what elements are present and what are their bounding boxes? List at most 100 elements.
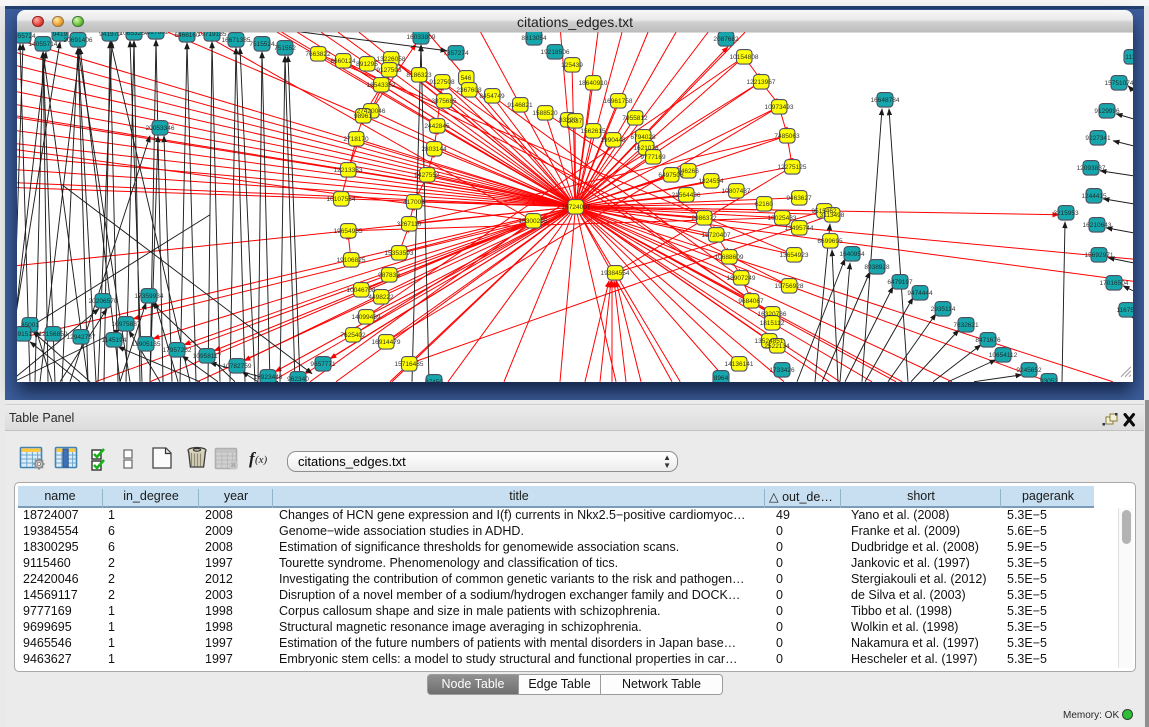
- svg-text:9657771: 9657771: [310, 361, 336, 368]
- svg-text:10654112: 10654112: [989, 352, 1018, 359]
- svg-text:9684067: 9684067: [738, 298, 764, 305]
- svg-text:16648784: 16648784: [871, 97, 900, 104]
- svg-text:8938928: 8938928: [864, 264, 890, 271]
- svg-text:2522134: 2522134: [764, 343, 790, 350]
- svg-text:15353593: 15353593: [385, 250, 414, 257]
- svg-text:116753: 116753: [1116, 307, 1133, 314]
- svg-text:9146821: 9146821: [507, 102, 533, 109]
- svg-text:8454749: 8454749: [479, 93, 505, 100]
- svg-text:(x): (x): [255, 454, 268, 466]
- svg-text:10688609: 10688609: [715, 254, 744, 261]
- svg-text:85001: 85001: [21, 322, 39, 329]
- svg-text:10046708: 10046708: [347, 287, 376, 294]
- svg-text:1733426: 1733426: [769, 367, 795, 374]
- svg-text:941979: 941979: [99, 32, 121, 38]
- svg-text:7485063: 7485063: [774, 133, 800, 140]
- svg-text:93052: 93052: [1040, 378, 1058, 382]
- svg-text:19654955: 19654955: [334, 228, 363, 235]
- svg-text:98961: 98961: [354, 113, 372, 120]
- svg-text:12213967: 12213967: [747, 79, 776, 86]
- svg-text:13654923: 13654923: [780, 252, 809, 259]
- svg-text:4498222: 4498222: [368, 294, 394, 301]
- svg-text:9127508: 9127508: [429, 79, 455, 86]
- svg-text:97450: 97450: [425, 379, 443, 382]
- svg-text:14099489: 14099489: [352, 314, 381, 321]
- svg-text:16210643: 16210643: [1083, 222, 1112, 229]
- svg-text:2986372: 2986372: [691, 215, 717, 222]
- svg-text:6479197: 6479197: [887, 279, 913, 286]
- svg-text:7515524: 7515524: [249, 41, 275, 48]
- svg-text:10975887: 10975887: [112, 321, 141, 328]
- svg-text:20053346: 20053346: [146, 125, 175, 132]
- svg-text:2803144: 2803144: [421, 146, 447, 153]
- svg-text:19756928: 19756928: [775, 283, 804, 290]
- svg-text:751552: 751552: [274, 45, 296, 52]
- svg-text:17359934: 17359934: [135, 293, 164, 300]
- svg-text:2718170: 2718170: [343, 136, 369, 143]
- svg-text:18300295: 18300295: [519, 218, 548, 225]
- svg-text:125439: 125439: [561, 62, 583, 69]
- svg-text:7625402: 7625402: [340, 332, 366, 339]
- svg-text:16320786: 16320786: [758, 311, 787, 318]
- svg-text:3875685: 3875685: [431, 98, 457, 105]
- svg-text:7663822: 7663822: [305, 51, 331, 58]
- svg-text:12213383: 12213383: [334, 167, 363, 174]
- svg-text:962340: 962340: [287, 376, 309, 382]
- svg-text:19218506: 19218506: [541, 49, 570, 56]
- svg-text:19106825: 19106825: [337, 257, 366, 264]
- svg-text:2055724: 2055724: [17, 33, 36, 40]
- svg-text:13495744: 13495744: [785, 225, 814, 232]
- svg-text:9129996: 9129996: [1094, 108, 1120, 115]
- svg-text:20206570: 20206570: [89, 298, 118, 305]
- svg-text:19384554: 19384554: [601, 270, 630, 277]
- svg-text:9474444: 9474444: [907, 290, 933, 297]
- svg-text:9463627: 9463627: [786, 195, 812, 202]
- svg-text:746266: 746266: [677, 168, 699, 175]
- svg-text:8660124: 8660124: [330, 58, 356, 65]
- svg-text:1112: 1112: [1125, 54, 1133, 61]
- svg-text:7357274: 7357274: [443, 50, 469, 57]
- svg-text:1990448: 1990448: [600, 137, 626, 144]
- svg-text:6699695: 6699695: [817, 238, 843, 245]
- svg-text:8186323: 8186323: [406, 72, 432, 79]
- svg-text:417006: 417006: [403, 199, 425, 206]
- svg-text:12093837: 12093837: [1077, 165, 1106, 172]
- svg-text:1244415: 1244415: [1081, 193, 1107, 200]
- svg-text:12156859: 12156859: [39, 331, 68, 338]
- svg-text:1145194: 1145194: [102, 337, 127, 344]
- svg-text:15692971: 15692971: [1085, 252, 1114, 259]
- svg-text:9127503: 9127503: [376, 67, 402, 74]
- svg-text:10107554: 10107554: [327, 196, 356, 203]
- svg-text:10025433: 10025433: [768, 215, 797, 222]
- svg-text:2442845: 2442845: [424, 123, 450, 130]
- svg-text:6466160: 6466160: [174, 32, 200, 39]
- svg-text:1588520: 1588520: [532, 110, 558, 117]
- svg-text:10807487: 10807487: [722, 188, 751, 195]
- svg-text:3215953: 3215953: [1053, 210, 1079, 217]
- svg-text:13226058: 13226058: [377, 56, 406, 63]
- svg-text:10958117: 10958117: [193, 353, 222, 360]
- svg-text:10782759: 10782759: [223, 363, 252, 370]
- svg-text:15716485: 15716485: [395, 361, 424, 368]
- svg-text:1815112: 1815112: [760, 320, 785, 327]
- svg-text:1824554: 1824554: [698, 178, 724, 185]
- svg-text:2935114: 2935114: [931, 306, 956, 313]
- svg-text:14136141: 14136141: [725, 361, 754, 368]
- svg-text:39151: 39151: [17, 331, 32, 338]
- svg-text:8471676: 8471676: [975, 337, 1001, 344]
- svg-text:18640910: 18640910: [579, 80, 608, 87]
- svg-text:15720407: 15720407: [702, 232, 731, 239]
- svg-text:8964: 8964: [714, 375, 729, 382]
- svg-text:18724007: 18724007: [562, 204, 591, 211]
- svg-text:16671385: 16671385: [222, 37, 251, 44]
- svg-text:10973493: 10973493: [765, 104, 794, 111]
- svg-text:12923448: 12923448: [254, 374, 283, 381]
- svg-text:16543382: 16543382: [367, 82, 396, 89]
- svg-text:546: 546: [461, 75, 472, 82]
- svg-text:2037: 2037: [568, 118, 583, 125]
- svg-text:15751074: 15751074: [1105, 80, 1133, 87]
- svg-text:987833: 987833: [378, 272, 400, 279]
- svg-text:62160: 62160: [755, 201, 773, 208]
- svg-text:16914479: 16914479: [372, 339, 401, 346]
- svg-text:17957252: 17957252: [163, 347, 192, 354]
